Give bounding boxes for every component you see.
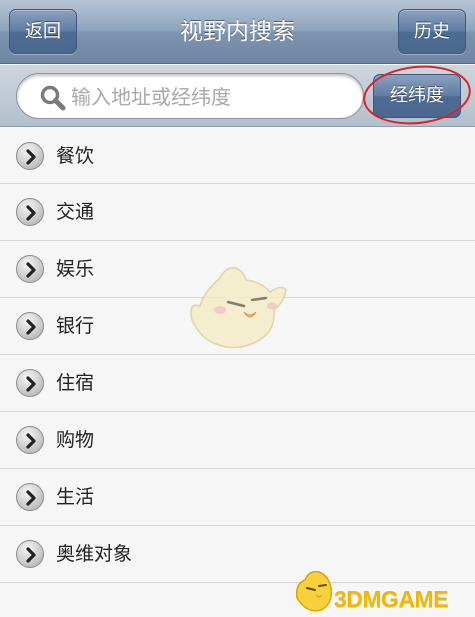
search-bar: 经纬度 (0, 60, 475, 130)
search-icon (40, 85, 66, 111)
list-item-bank[interactable]: 银行 (0, 298, 475, 355)
chevron-right-icon (16, 483, 44, 511)
coordinate-button[interactable]: 经纬度 (373, 74, 461, 118)
list-item-entertainment[interactable]: 娱乐 (0, 241, 475, 298)
list-item-dining[interactable]: 餐饮 (0, 128, 475, 184)
list-item-shopping[interactable]: 购物 (0, 412, 475, 469)
search-field[interactable] (16, 73, 364, 119)
chevron-right-icon (16, 369, 44, 397)
list-item-lodging[interactable]: 住宿 (0, 355, 475, 412)
chevron-right-icon (16, 540, 44, 568)
list-item-living[interactable]: 生活 (0, 469, 475, 526)
category-list: 餐饮 交通 娱乐 银行 住宿 购物 生活 奥维对象 (0, 128, 475, 583)
chevron-right-icon (16, 142, 44, 170)
list-item-label: 住宿 (56, 372, 95, 394)
chevron-right-icon (16, 312, 44, 340)
list-item-label: 餐饮 (56, 145, 95, 167)
brand-watermark-text: 3DMGAME (334, 586, 449, 612)
list-item-transport[interactable]: 交通 (0, 184, 475, 241)
chevron-right-icon (16, 426, 44, 454)
list-item-label: 银行 (56, 315, 95, 337)
list-item-ovital-objects[interactable]: 奥维对象 (0, 526, 475, 583)
chevron-right-icon (16, 255, 44, 283)
history-button[interactable]: 历史 (398, 9, 466, 54)
list-item-label: 生活 (56, 486, 95, 508)
chevron-right-icon (16, 198, 44, 226)
brand-logo-icon (295, 570, 333, 612)
search-input[interactable] (71, 80, 356, 114)
list-item-label: 购物 (56, 429, 95, 451)
nav-bar: 返回 视野内搜索 历史 (0, 0, 475, 64)
list-item-label: 娱乐 (56, 258, 95, 280)
list-item-label: 奥维对象 (56, 543, 133, 565)
list-item-label: 交通 (56, 201, 95, 223)
